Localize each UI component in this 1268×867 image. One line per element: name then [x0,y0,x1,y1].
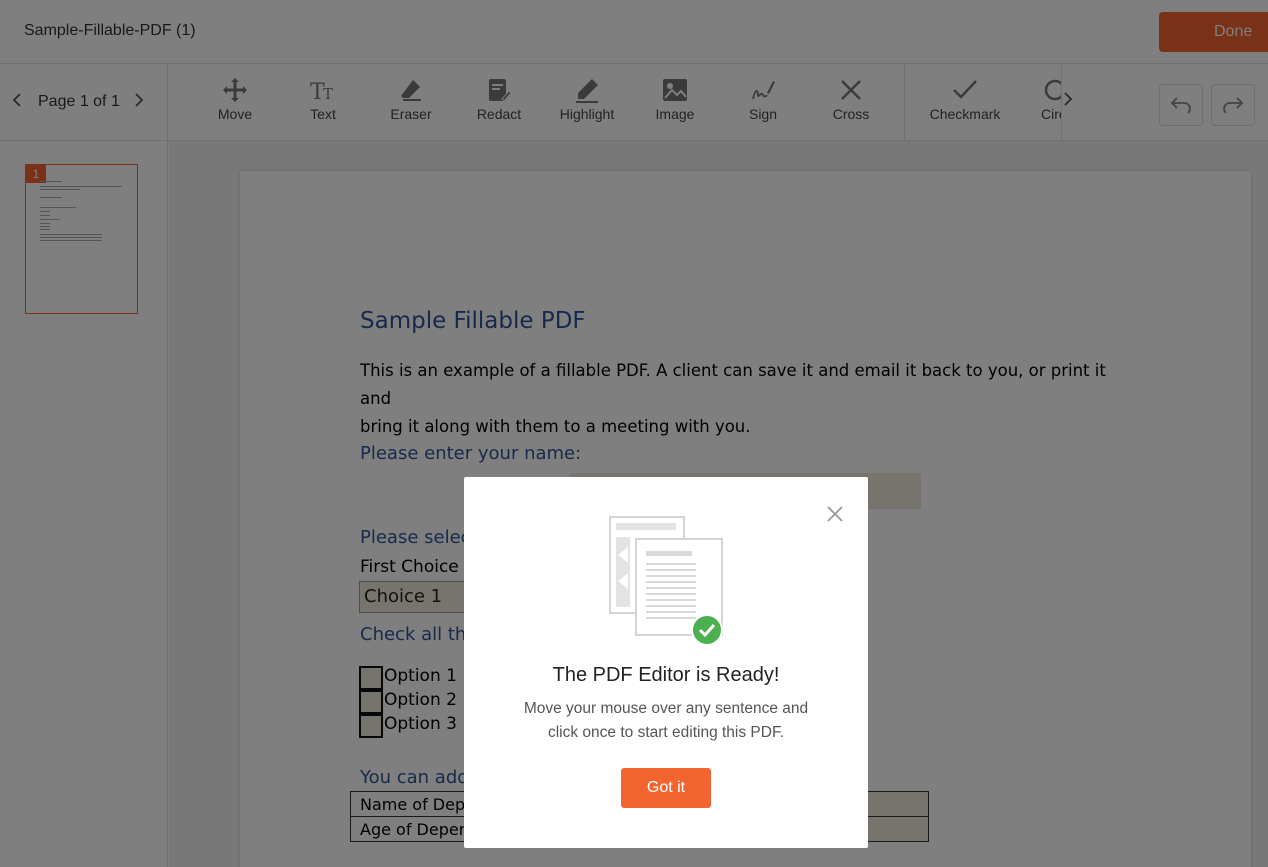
pdf-ready-illustration [608,515,724,647]
dialog-message-line: Move your mouse over any sentence and [523,700,809,717]
got-it-button[interactable]: Got it [621,768,711,808]
dialog-message: Move your mouse over any sentence and cl… [504,697,828,745]
close-icon [824,506,846,529]
dialog-message-line: click once to start editing this PDF. [547,724,785,741]
ready-dialog: The PDF Editor is Ready! Move your mouse… [464,477,868,848]
dialog-title: The PDF Editor is Ready! [552,664,780,686]
close-button[interactable] [824,503,846,525]
